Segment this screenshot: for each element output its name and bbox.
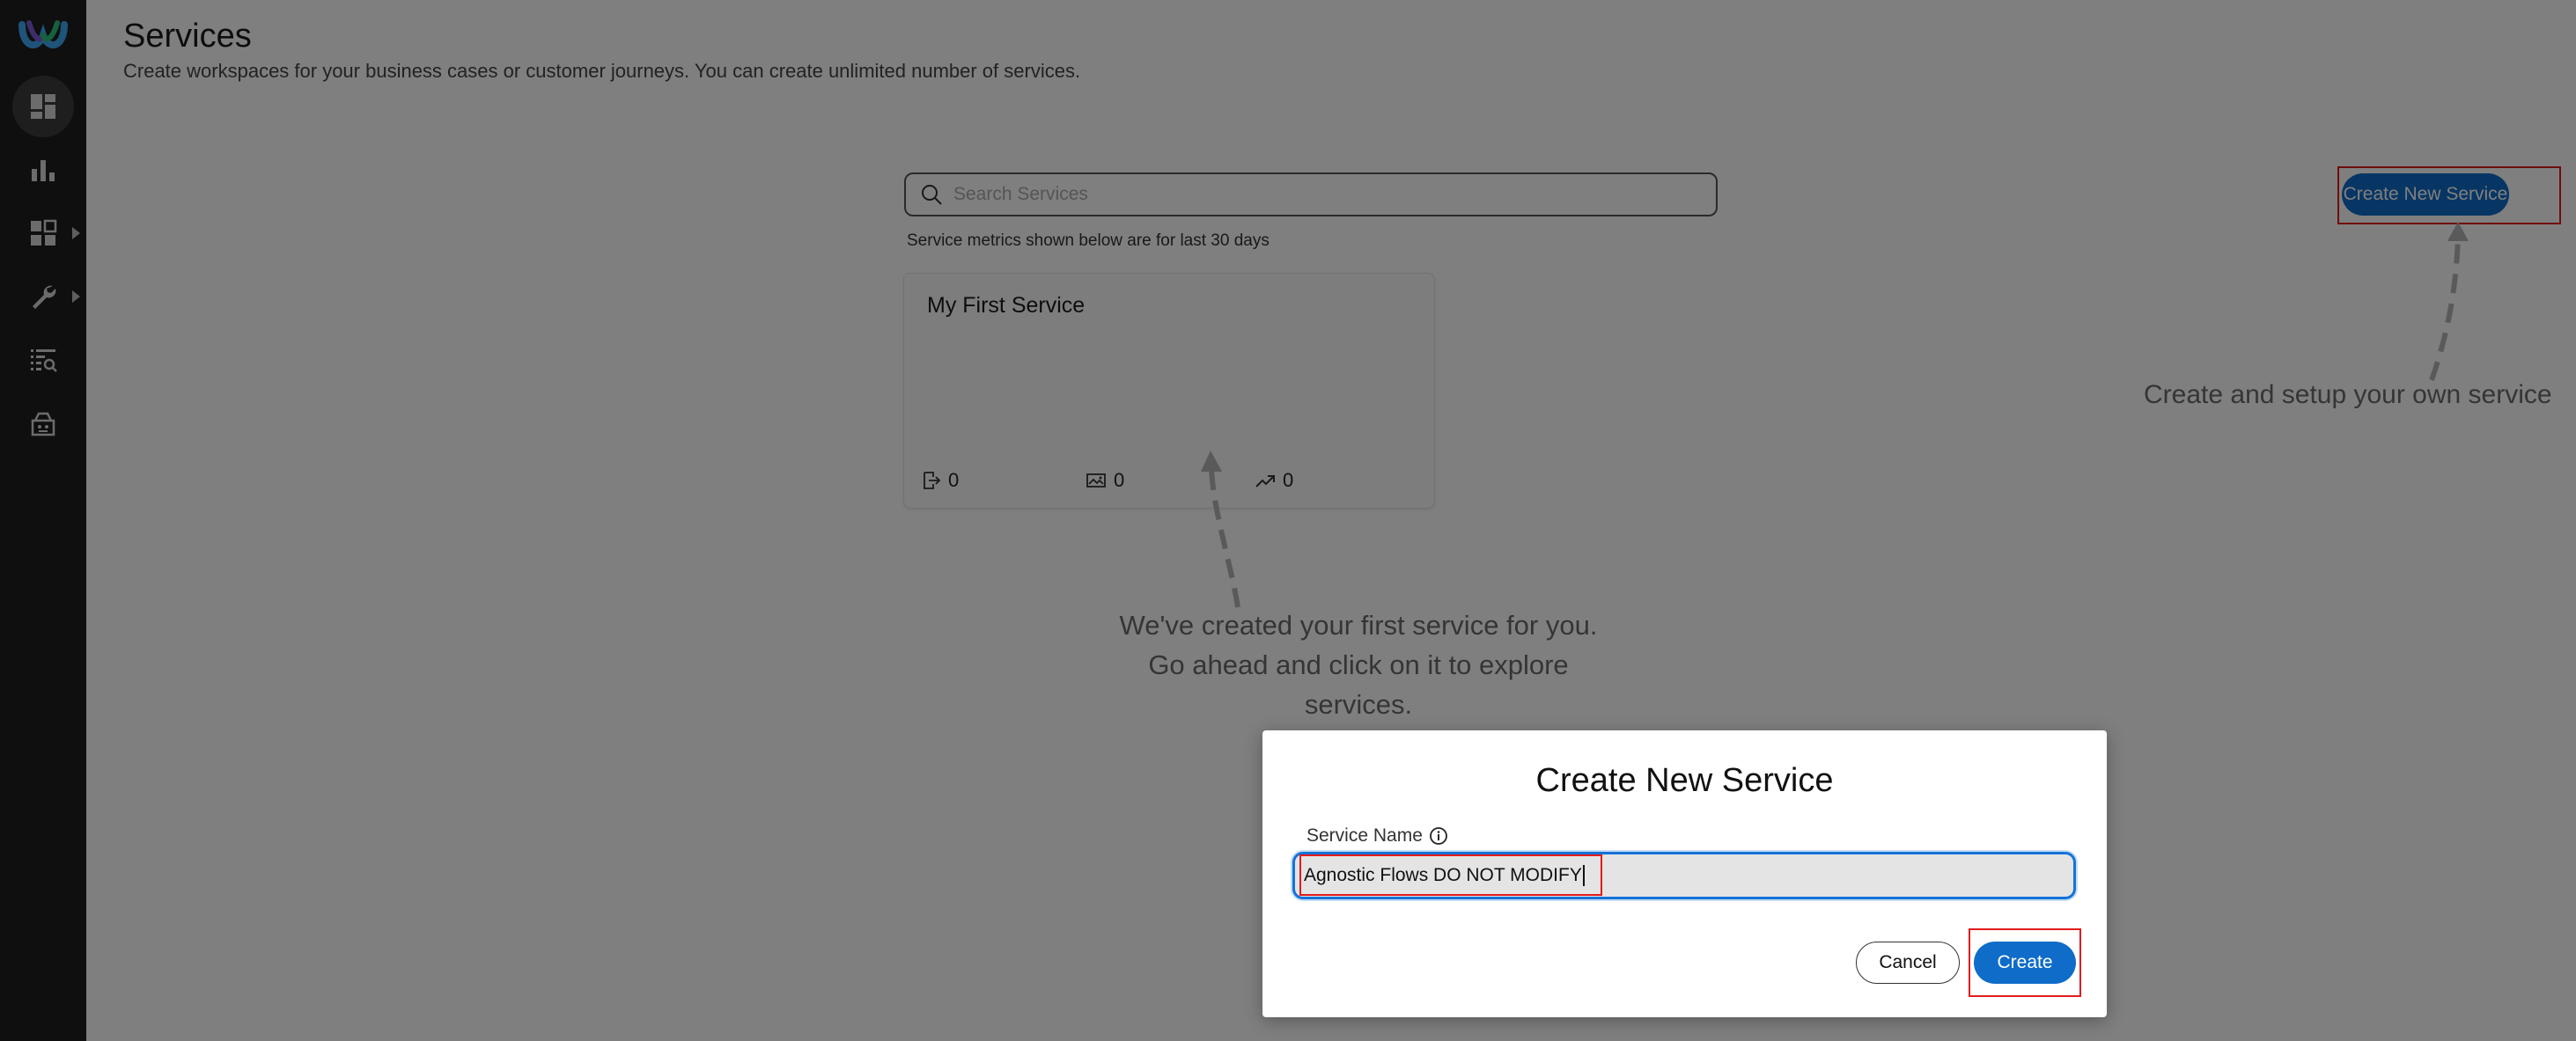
text-cursor [1582, 865, 1585, 886]
service-name-value: Agnostic Flows DO NOT MODIFY [1304, 865, 1582, 885]
cancel-button[interactable]: Cancel [1856, 942, 1960, 984]
create-service-modal: Create New Service Service Name Agnostic… [1262, 730, 2107, 1017]
app-root: Services Create workspaces for your busi… [0, 0, 2576, 1041]
service-name-input[interactable]: Agnostic Flows DO NOT MODIFY [1292, 852, 2076, 899]
modal-title: Create New Service [1535, 762, 1834, 799]
info-icon[interactable] [1429, 826, 1448, 846]
service-name-label-text: Service Name [1306, 825, 1423, 846]
create-button[interactable]: Create [1974, 942, 2076, 984]
service-name-label: Service Name [1306, 825, 1448, 847]
